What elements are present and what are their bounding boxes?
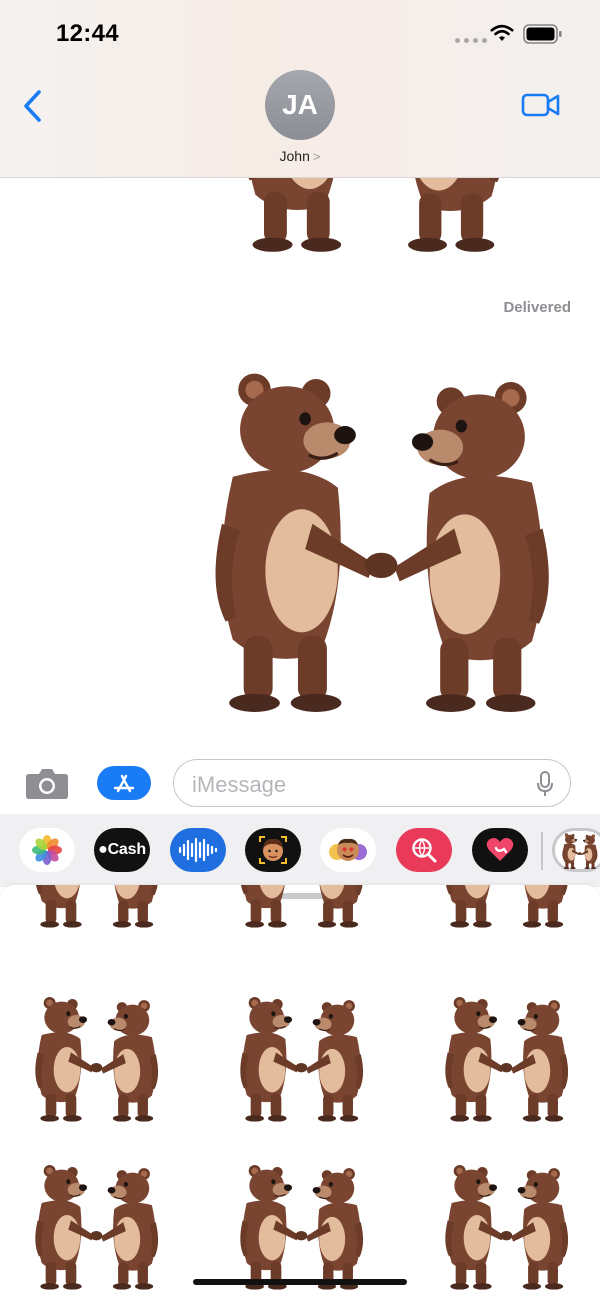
app-store-button[interactable] (97, 766, 151, 800)
video-camera-icon[interactable] (521, 92, 561, 118)
memoji-app-icon[interactable] (245, 828, 301, 872)
sticker-cell[interactable] (222, 985, 382, 1125)
sticker-cell[interactable] (222, 1153, 382, 1293)
bear-stickers-app-icon[interactable] (552, 828, 600, 872)
apple-cash-label: ●Cash (98, 841, 146, 858)
contact-avatar[interactable]: JA (265, 70, 335, 140)
sticker-cell[interactable] (222, 885, 382, 931)
search-images-app-icon[interactable] (396, 828, 452, 872)
bear-sticker-message[interactable] (183, 341, 583, 721)
imessage-text-field[interactable]: iMessage (173, 759, 571, 807)
animoji-stickers-app-icon[interactable] (320, 828, 376, 872)
chevron-right-icon: > (312, 149, 321, 164)
apple-cash-app-icon[interactable]: ●Cash (94, 828, 150, 872)
wifi-icon (490, 24, 514, 41)
bear-pair-icon (557, 830, 600, 870)
contact-name-button[interactable]: John > (0, 148, 600, 164)
home-indicator[interactable] (193, 1279, 407, 1285)
microphone-icon[interactable] (536, 770, 554, 798)
battery-icon (523, 24, 562, 44)
digital-touch-app-icon[interactable] (472, 828, 528, 872)
sticker-cell[interactable] (17, 1153, 177, 1293)
sticker-cell[interactable] (17, 885, 177, 931)
drawer-divider (541, 832, 543, 870)
delivery-status: Delivered (503, 299, 571, 316)
photos-app-icon[interactable] (19, 828, 75, 872)
sticker-cell[interactable] (427, 1153, 587, 1293)
sticker-cell[interactable] (17, 985, 177, 1125)
message-input-bar: iMessage (0, 748, 600, 814)
sticker-picker-panel (0, 885, 600, 1298)
photos-icon (32, 835, 62, 865)
sticker-cell[interactable] (427, 985, 587, 1125)
memoji-face-icon (259, 836, 287, 864)
app-store-icon (113, 774, 135, 793)
signal-dots-icon (455, 38, 487, 43)
previous-sticker-message[interactable] (224, 178, 524, 270)
imessage-app-drawer: ●Cash (0, 814, 600, 887)
audio-message-app-icon[interactable] (170, 828, 226, 872)
globe-search-icon (412, 838, 437, 863)
contact-name: John (279, 148, 310, 164)
message-thread[interactable]: Delivered (0, 178, 600, 748)
heart-touch-icon (486, 838, 514, 861)
waveform-icon (178, 837, 218, 863)
conversation-header: 12:44 JA John > (0, 0, 600, 178)
camera-icon[interactable] (25, 766, 69, 800)
sticker-cell[interactable] (427, 885, 587, 931)
animoji-faces-icon (329, 838, 367, 861)
back-chevron-icon[interactable] (20, 88, 46, 124)
imessage-placeholder: iMessage (192, 772, 287, 797)
status-time: 12:44 (56, 20, 119, 47)
